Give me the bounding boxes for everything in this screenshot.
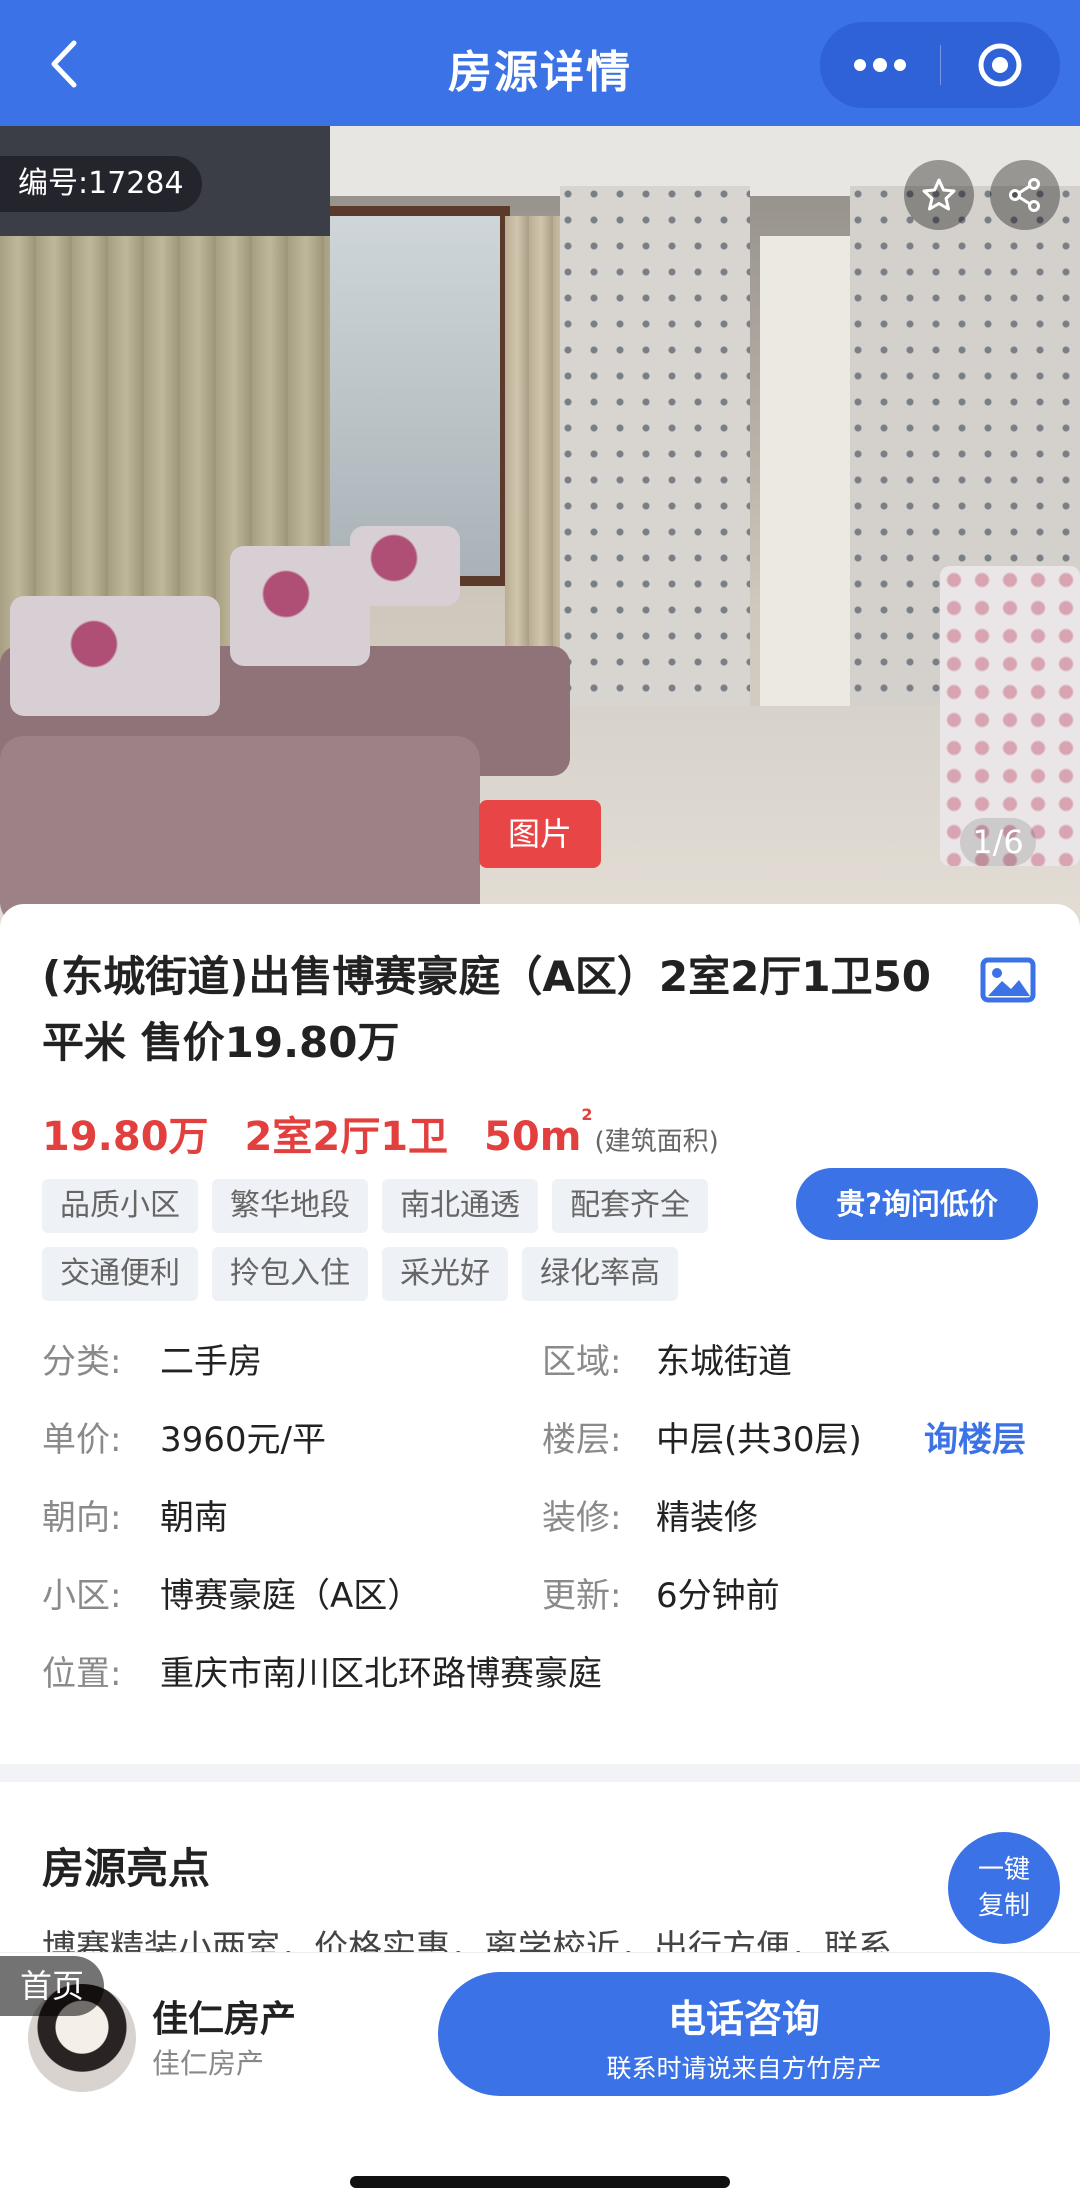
- feature-tags: 品质小区 繁华地段 南北通透 配套齐全 交通便利 拎包入住 采光好 绿化率高: [42, 1179, 762, 1301]
- details-row: 朝向: 朝南 装修: 精装修: [42, 1490, 1042, 1568]
- details-row: 单价: 3960元/平 楼层: 中层(共30层) 询楼层: [42, 1412, 1042, 1490]
- location-value: 重庆市南川区北环路博赛豪庭: [160, 1654, 602, 1694]
- star-icon: [922, 178, 956, 211]
- decoration-key: 装修:: [542, 1498, 622, 1538]
- update-key: 更新:: [542, 1576, 622, 1616]
- district-value: 东城街道: [656, 1342, 792, 1382]
- nav-header: 房源详情: [0, 0, 1080, 126]
- orientation-key: 朝向:: [42, 1498, 122, 1538]
- share-icon: [1009, 178, 1040, 212]
- area-note: (建筑面积): [594, 1127, 719, 1157]
- section-divider: [0, 1764, 1080, 1782]
- details-table: 分类: 二手房 区域: 东城街道 单价: 3960元/平 楼层: 中层(共30层) 询楼…: [42, 1334, 1042, 1724]
- location-key: 位置:: [42, 1654, 122, 1694]
- ask-lower-price-button[interactable]: 贵?询问低价: [796, 1168, 1038, 1240]
- feature-tag: 交通便利: [42, 1247, 198, 1301]
- photo-wall: [560, 186, 750, 706]
- close-miniprogram-button[interactable]: [941, 22, 1061, 108]
- miniprogram-capsule: [820, 22, 1060, 108]
- listing-id-badge: 编号:17284: [0, 156, 202, 212]
- feature-tag: 绿化率高: [522, 1247, 678, 1301]
- feature-tag: 配套齐全: [552, 1179, 708, 1233]
- photo-curtain-mid: [505, 216, 565, 696]
- favorite-button[interactable]: [904, 160, 974, 230]
- agent-name: 佳仁房产: [152, 1999, 297, 2040]
- floor-area: 50m2: [484, 1105, 592, 1160]
- details-row: 位置: 重庆市南川区北环路博赛豪庭: [42, 1646, 1042, 1724]
- unit-price-key: 单价:: [42, 1420, 122, 1460]
- photo-sofa-seat: [0, 736, 480, 926]
- price-row: 19.80万 2室2厅1卫 50m2 (建筑面积): [42, 1104, 719, 1164]
- floor-key: 楼层:: [542, 1420, 622, 1460]
- call-button-title: 电话咨询: [667, 1997, 820, 2041]
- share-button[interactable]: [990, 160, 1060, 230]
- area-unit-sup: 2: [581, 1104, 593, 1124]
- listing-title: (东城街道)出售博赛豪庭（A区）2室2厅1卫50平米 售价19.80万: [42, 952, 932, 1067]
- category-key: 分类:: [42, 1342, 122, 1382]
- photo-pillow: [230, 546, 370, 666]
- photo-pillow: [10, 596, 220, 716]
- ask-floor-link[interactable]: 询楼层: [924, 1412, 1026, 1461]
- more-dots-icon: [853, 58, 906, 72]
- feature-tag: 采光好: [382, 1247, 508, 1301]
- details-row: 分类: 二手房 区域: 东城街道: [42, 1334, 1042, 1412]
- total-price: 19.80万: [42, 1114, 209, 1160]
- photo-page-counter: 1/6: [960, 818, 1036, 866]
- photo-type-badge[interactable]: 图片: [479, 800, 601, 868]
- community-value: 博赛豪庭（A区）: [160, 1576, 422, 1616]
- feature-tag: 繁华地段: [212, 1179, 368, 1233]
- listing-card: (东城街道)出售博赛豪庭（A区）2室2厅1卫50平米 售价19.80万 19.8…: [0, 904, 1080, 1764]
- unit-price-value: 3960元/平: [160, 1420, 326, 1460]
- more-button[interactable]: [820, 22, 940, 108]
- call-button-subtitle: 联系时请说来自方竹房产: [606, 2054, 882, 2083]
- orientation-value: 朝南: [160, 1498, 228, 1538]
- details-row: 小区: 博赛豪庭（A区） 更新: 6分钟前: [42, 1568, 1042, 1646]
- phone-consult-button[interactable]: 电话咨询 联系时请说来自方竹房产: [438, 1972, 1050, 2096]
- feature-tag: 品质小区: [42, 1179, 198, 1233]
- area-value: 50m: [484, 1114, 582, 1160]
- floor-value: 中层(共30层): [656, 1420, 862, 1460]
- agent-company: 佳仁房产: [152, 2047, 265, 2080]
- community-key: 小区:: [42, 1576, 122, 1616]
- feature-tag: 南北通透: [382, 1179, 538, 1233]
- photo-pillow: [350, 526, 460, 606]
- category-value: 二手房: [160, 1342, 262, 1382]
- copy-button-line1: 一键: [977, 1855, 1030, 1885]
- home-indicator: [350, 2176, 730, 2188]
- district-key: 区域:: [542, 1342, 622, 1382]
- decoration-value: 精装修: [656, 1498, 758, 1538]
- target-circle-icon: [978, 43, 1022, 87]
- feature-tag: 拎包入住: [212, 1247, 368, 1301]
- highlights-title: 房源亮点: [42, 1844, 211, 1893]
- copy-button[interactable]: 一键 复制: [948, 1832, 1060, 1944]
- update-value: 6分钟前: [656, 1576, 780, 1616]
- gallery-icon[interactable]: [980, 956, 1036, 1004]
- copy-button-line2: 复制: [977, 1891, 1030, 1921]
- home-button[interactable]: 首页: [0, 1956, 105, 2016]
- room-layout: 2室2厅1卫: [244, 1114, 449, 1160]
